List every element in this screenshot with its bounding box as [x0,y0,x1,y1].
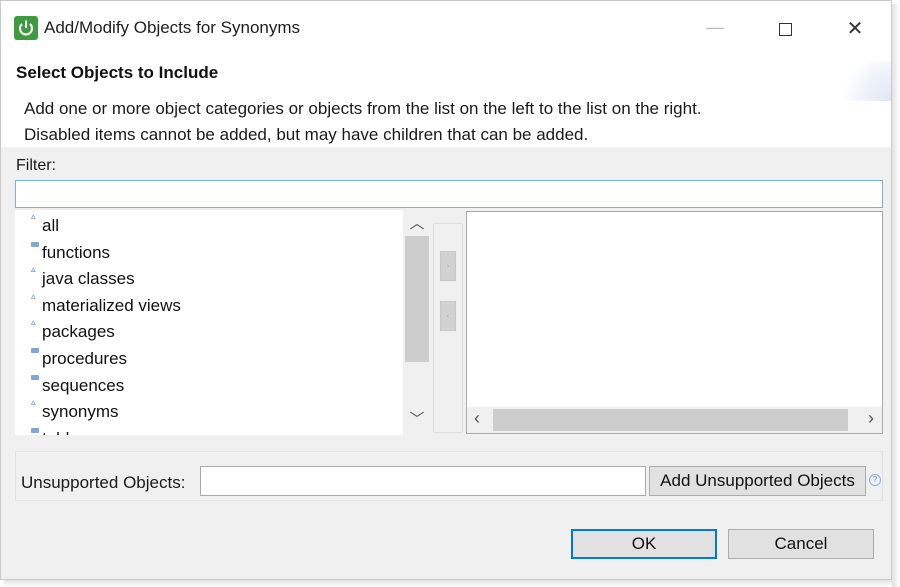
available-objects-list[interactable]: ▵ all functions ▵ java classes ▵ materia… [15,210,431,435]
scrollbar-thumb[interactable] [493,409,848,431]
list-item[interactable]: tables [15,423,404,435]
window-shadow-right [892,4,900,587]
list-item[interactable]: procedures [15,343,404,370]
triangle-icon: ▵ [31,211,36,221]
description-line-1: Add one or more object categories or obj… [24,99,702,118]
triangle-icon: ▵ [31,290,36,301]
scroll-right-icon[interactable]: › [868,408,874,429]
filter-input[interactable] [15,180,883,208]
list-item[interactable]: sequences [15,370,404,397]
triangle-icon: ▵ [31,317,36,328]
help-icon[interactable]: ? [869,474,881,486]
list-item[interactable]: ▵ packages [15,316,404,343]
vertical-scrollbar[interactable]: ︿ ﹀ [403,210,431,435]
scroll-up-icon[interactable]: ︿ [403,212,431,233]
folder-icon [31,347,39,353]
triangle-icon: ▵ [31,397,36,408]
unsupported-objects-input[interactable] [200,466,646,496]
scroll-down-icon[interactable]: ﹀ [403,408,431,429]
power-icon [14,16,38,40]
description-line-2: Disabled items cannot be added, but may … [24,125,589,144]
scrollbar-thumb[interactable] [405,236,429,362]
dialog-header: Select Objects to Include Add one or mor… [1,55,891,147]
scroll-left-icon[interactable]: ‹ [474,408,480,429]
dialog-body: Filter: ▵ all functions ▵ java classes ▵ [1,147,891,579]
triangle-icon: ▵ [31,264,36,275]
add-selected-button[interactable]: › [440,251,456,281]
folder-icon [31,374,39,380]
folder-icon [31,241,39,247]
selected-objects-list[interactable]: ‹ › [466,211,883,434]
add-unsupported-objects-button[interactable]: Add Unsupported Objects [649,466,866,496]
list-item[interactable]: functions [15,237,404,264]
cancel-button[interactable]: Cancel [728,529,874,559]
folder-icon [31,427,39,433]
transfer-buttons-panel: › ‹ [433,223,463,433]
maximize-icon [778,23,792,36]
unsupported-objects-label: Unsupported Objects: [21,473,186,492]
list-item[interactable]: ▵ synonyms [15,396,404,423]
list-item[interactable]: ▵ all [15,210,404,237]
window-title: Add/Modify Objects for Synonyms [44,18,301,37]
window-shadow-bottom [4,580,892,587]
banner-graphic [833,61,891,101]
remove-selected-button[interactable]: ‹ [440,301,456,331]
unsupported-objects-group: Unsupported Objects: Add Unsupported Obj… [15,451,883,501]
list-item[interactable]: ▵ java classes [15,263,404,290]
ok-button[interactable]: OK [571,529,717,559]
section-title: Select Objects to Include [16,63,219,82]
close-button[interactable]: ✕ [837,15,873,43]
filter-label: Filter: [16,157,56,174]
list-item[interactable]: ▵ materialized views [15,290,404,317]
horizontal-scrollbar[interactable]: ‹ › [467,407,882,433]
dialog-window: Add/Modify Objects for Synonyms — ✕ Sele… [0,0,892,580]
minimize-button[interactable]: — [697,15,733,43]
maximize-button[interactable] [767,15,803,43]
title-bar[interactable]: Add/Modify Objects for Synonyms — ✕ [1,1,891,55]
